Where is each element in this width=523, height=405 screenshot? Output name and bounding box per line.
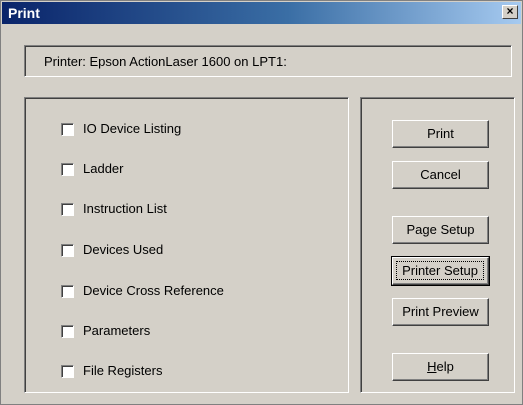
checkbox[interactable] [61, 285, 74, 298]
help-button[interactable]: Help [392, 353, 489, 381]
option-label: Device Cross Reference [83, 283, 224, 298]
print-preview-button[interactable]: Print Preview [392, 298, 489, 326]
printer-setup-label: Printer Setup [402, 263, 478, 278]
checkbox[interactable] [61, 244, 74, 257]
help-mnemonic: H [427, 359, 437, 374]
cancel-button[interactable]: Cancel [392, 161, 489, 189]
option-label: Parameters [83, 323, 151, 338]
close-icon: × [506, 4, 514, 18]
checkbox[interactable] [61, 123, 74, 136]
dialog-title: Print [8, 5, 40, 21]
printer-info-panel: Printer: Epson ActionLaser 1600 on LPT1: [24, 45, 512, 77]
help-label: elp [436, 359, 454, 374]
option-label: Ladder [83, 161, 124, 176]
page-setup-button[interactable]: Page Setup [392, 216, 489, 244]
checkbox[interactable] [61, 325, 74, 338]
print-button[interactable]: Print [392, 120, 489, 148]
option-label: IO Device Listing [83, 121, 182, 136]
title-bar[interactable]: Print × [2, 2, 521, 24]
checkbox[interactable] [61, 365, 74, 378]
checkbox[interactable] [61, 203, 74, 216]
action-buttons-panel: Print Cancel Page Setup Printer Setup Pr… [360, 97, 515, 393]
printer-setup-button[interactable]: Printer Setup [391, 256, 490, 286]
printer-label: Printer: Epson ActionLaser 1600 on LPT1: [44, 54, 287, 69]
option-label: Devices Used [83, 242, 164, 257]
print-options-panel: IO Device Listing Ladder Instruction Lis… [24, 97, 349, 393]
close-button[interactable]: × [502, 5, 518, 19]
checkbox[interactable] [61, 163, 74, 176]
option-label: File Registers [83, 363, 163, 378]
option-label: Instruction List [83, 201, 167, 216]
focus-rect: Printer Setup [396, 261, 484, 280]
print-dialog: Print × Printer: Epson ActionLaser 1600 … [0, 0, 523, 405]
